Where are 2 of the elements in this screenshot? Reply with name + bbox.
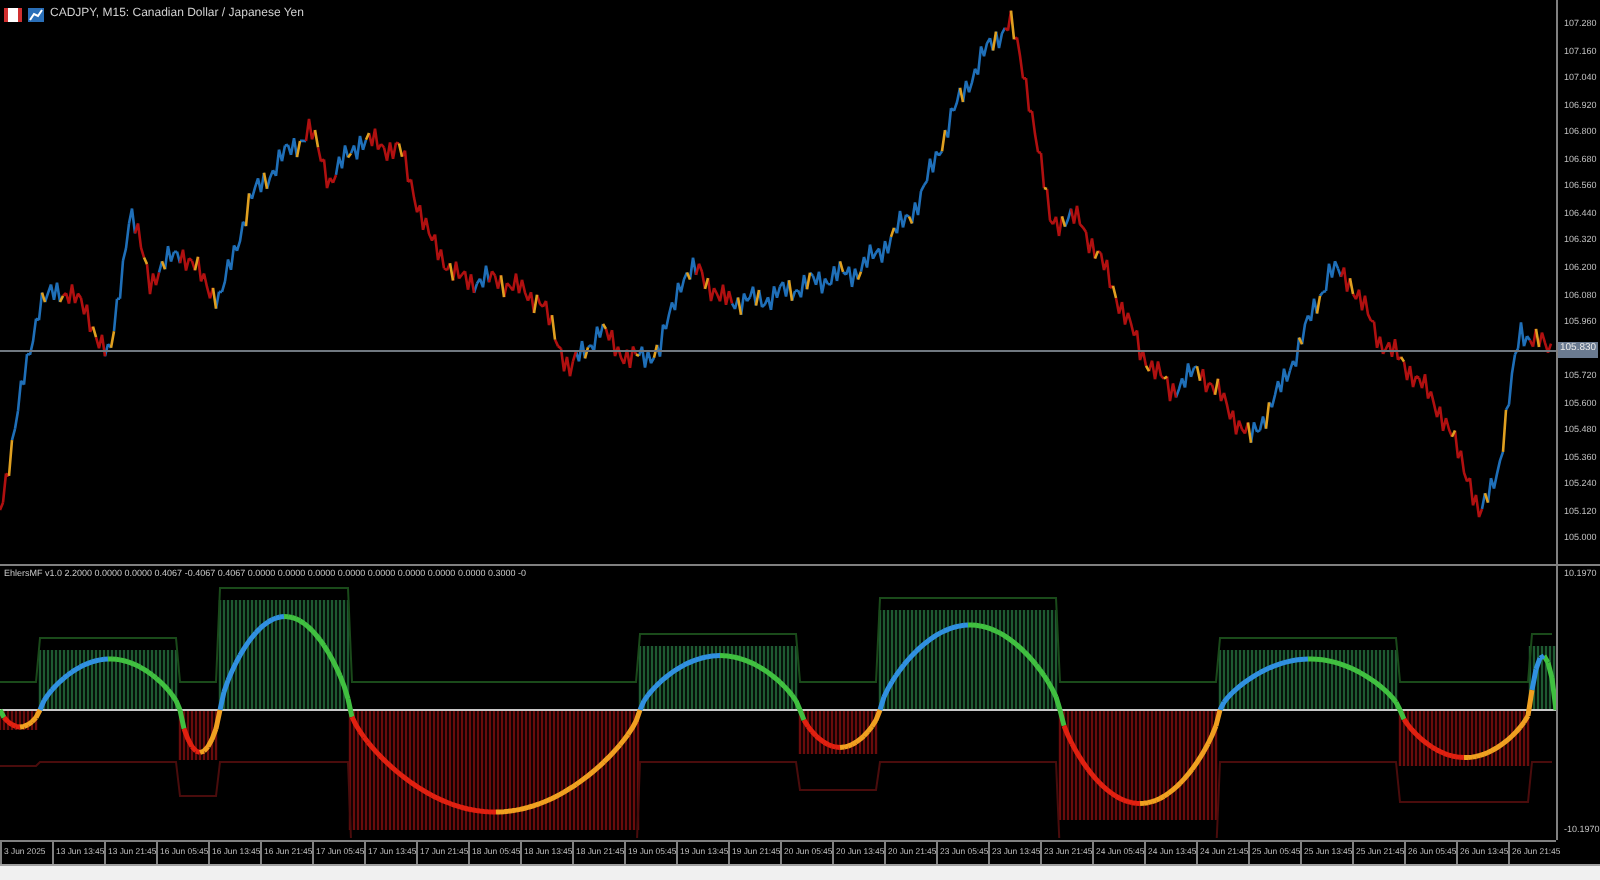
flag-icon bbox=[4, 8, 22, 22]
chart-icon bbox=[28, 8, 44, 22]
